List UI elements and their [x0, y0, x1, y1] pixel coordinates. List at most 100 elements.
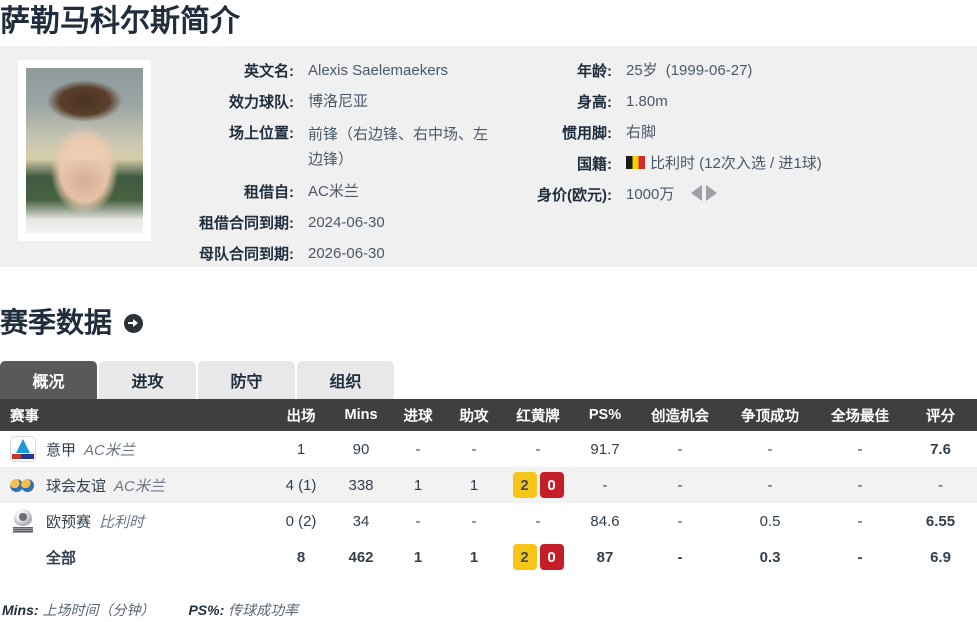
- player-photo-container: [0, 46, 168, 267]
- cell-apps: 8: [296, 548, 306, 566]
- col-pass-success[interactable]: PS%: [574, 399, 636, 431]
- cell-competition: 欧预赛 比利时: [0, 503, 270, 539]
- footnote-mins-key: Mins:: [2, 602, 39, 618]
- cell-cards: -: [535, 512, 541, 530]
- cell-cards: -: [535, 440, 541, 458]
- cell-mins: 34: [352, 512, 370, 530]
- cell-competition: 球会友谊 AC米兰: [0, 467, 270, 503]
- competition-name[interactable]: 球会友谊: [46, 475, 106, 496]
- label-height: 身高:: [577, 94, 612, 111]
- label-preferred-foot: 惯用脚:: [562, 125, 612, 142]
- table-row[interactable]: 球会友谊 AC米兰 4 (1) 338 1 1 2 0 - - - - -: [0, 467, 977, 503]
- col-rating[interactable]: 评分: [904, 399, 977, 431]
- table-row[interactable]: 意甲 AC米兰 1 90 - - - 91.7 - - - 7.6: [0, 431, 977, 467]
- cell-mins: 462: [348, 548, 374, 566]
- col-man-of-match[interactable]: 全场最佳: [816, 399, 904, 431]
- value-loan-expiry: 2024-06-30: [308, 214, 385, 231]
- info-row-height: 身高: 1.80m: [530, 91, 960, 113]
- label-nationality: 国籍:: [577, 156, 612, 173]
- cell-rating: 7.6: [930, 440, 951, 458]
- double-arrow-icon[interactable]: [690, 185, 717, 202]
- competition-name[interactable]: 意甲: [46, 439, 76, 460]
- value-age: 25岁 (1999-06-27): [612, 60, 752, 82]
- cell-apps: 1: [296, 440, 306, 458]
- table-footnotes: Mins: 上场时间（分钟） PS%: 传球成功率: [2, 600, 298, 620]
- col-chances-created[interactable]: 创造机会: [636, 399, 724, 431]
- cell-motm: -: [857, 476, 863, 494]
- cell-rating: 6.55: [925, 512, 956, 530]
- cell-pass-success: 87: [596, 548, 614, 566]
- section-title: 赛季数据: [0, 307, 113, 338]
- tab-overview[interactable]: 概况: [0, 361, 97, 399]
- team-name[interactable]: AC米兰: [114, 475, 165, 496]
- team-name[interactable]: 比利时: [99, 511, 144, 532]
- serie-a-logo-icon: [10, 436, 36, 462]
- info-column-left: 英文名: Alexis Saelemaekers 效力球队: 博洛尼亚 场上位置…: [168, 60, 530, 267]
- cell-chances: -: [677, 476, 683, 494]
- col-mins[interactable]: Mins: [332, 399, 390, 431]
- page-title: 萨勒马科尔斯简介: [0, 5, 240, 38]
- cell-apps: 0 (2): [285, 512, 317, 530]
- arrow-right-circle-icon[interactable]: [124, 313, 144, 333]
- cell-goals: 1: [413, 476, 423, 494]
- footnote-ps: PS%: 传球成功率: [188, 600, 298, 620]
- cell-competition: 意甲 AC米兰: [0, 431, 270, 467]
- cell-pass-success: 84.6: [590, 512, 620, 530]
- label-loan-expiry: 租借合同到期:: [199, 215, 294, 232]
- team-name[interactable]: AC米兰: [84, 439, 135, 460]
- value-market-value: 1000万: [612, 184, 717, 206]
- cell-motm: -: [857, 440, 863, 458]
- tab-organization[interactable]: 组织: [297, 361, 394, 399]
- season-data-header: 赛季数据: [0, 305, 144, 341]
- table-row[interactable]: 欧预赛 比利时 0 (2) 34 - - - 84.6 - 0.5 - 6.55: [0, 503, 977, 539]
- cell-mins: 90: [352, 440, 370, 458]
- footnote-ps-text: 传球成功率: [228, 602, 299, 618]
- cell-rating: -: [938, 476, 943, 494]
- cell-assists: 1: [469, 548, 479, 566]
- yellow-card-badge: 2: [512, 472, 537, 498]
- cell-chances: -: [677, 440, 683, 458]
- cell-assists: 1: [469, 476, 479, 494]
- cell-apps: 4 (1): [285, 476, 317, 494]
- cell-goals: -: [415, 512, 421, 530]
- col-competition[interactable]: 赛事: [0, 399, 270, 431]
- label-age: 年龄:: [577, 63, 612, 80]
- competition-name[interactable]: 欧预赛: [46, 511, 91, 532]
- label-position: 场上位置:: [229, 125, 294, 142]
- info-row-market-value: 身价(欧元): 1000万: [530, 184, 960, 206]
- value-current-club[interactable]: 博洛尼亚: [294, 91, 368, 113]
- stats-tabs: 概况 进攻 防守 组织: [0, 361, 394, 399]
- player-profile-page: 萨勒马科尔斯简介 英文名: Alexis Saelemaekers 效力球队: …: [0, 0, 977, 622]
- tab-defense[interactable]: 防守: [198, 361, 295, 399]
- cell-motm: -: [857, 548, 863, 566]
- red-card-badge: 0: [539, 544, 564, 570]
- col-goals[interactable]: 进球: [390, 399, 446, 431]
- col-aerials-won[interactable]: 争顶成功: [724, 399, 816, 431]
- yellow-card-badge: 2: [512, 544, 537, 570]
- info-row-parent-contract-expiry: 母队合同到期: 2026-06-30: [168, 243, 530, 265]
- footnote-mins: Mins: 上场时间（分钟）: [2, 600, 154, 620]
- euro-qualifiers-logo-icon: [10, 508, 36, 534]
- cell-pass-success: 91.7: [590, 440, 620, 458]
- col-cards[interactable]: 红黄牌: [502, 399, 574, 431]
- info-row-age: 年龄: 25岁 (1999-06-27): [530, 60, 960, 82]
- label-parent-contract-expiry: 母队合同到期:: [199, 246, 294, 263]
- info-column-right: 年龄: 25岁 (1999-06-27) 身高: 1.80m 惯用脚: 右脚 国籍…: [530, 60, 960, 267]
- info-row-loan-expiry: 租借合同到期: 2024-06-30: [168, 212, 530, 234]
- table-row-total: 全部 8 462 1 1 2 0 87 - 0.3 - 6.9: [0, 539, 977, 575]
- tab-attack[interactable]: 进攻: [99, 361, 196, 399]
- value-english-name: Alexis Saelemaekers: [308, 62, 449, 79]
- season-stats-table: 赛事 出场 Mins 进球 助攻 红黄牌 PS% 创造机会 争顶成功 全场最佳 …: [0, 399, 977, 575]
- value-nationality: 比利时 (12次入选 / 进1球): [612, 153, 822, 175]
- cell-cards: 2 0: [502, 467, 574, 503]
- label-current-club: 效力球队:: [229, 94, 294, 111]
- cell-aerials: 0.3: [759, 548, 781, 566]
- label-english-name: 英文名:: [244, 63, 294, 80]
- col-apps[interactable]: 出场: [270, 399, 332, 431]
- cell-chances: -: [677, 548, 683, 566]
- value-loan-from[interactable]: AC米兰: [294, 181, 359, 203]
- logo-placeholder: [10, 544, 36, 570]
- cell-chances: -: [677, 512, 683, 530]
- col-assists[interactable]: 助攻: [446, 399, 502, 431]
- cell-pass-success: -: [602, 476, 608, 494]
